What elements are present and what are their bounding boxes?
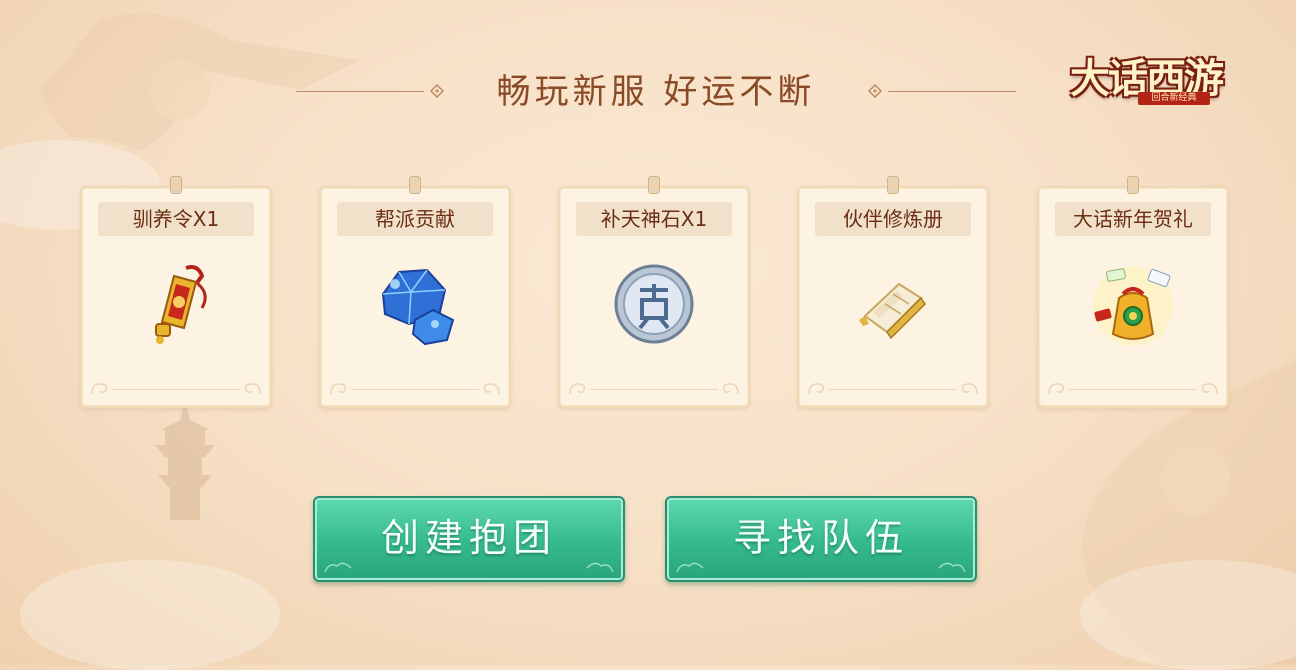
swirl-ornament-icon bbox=[722, 383, 739, 395]
card-pin bbox=[1127, 176, 1139, 194]
swirl-ornament-icon bbox=[91, 383, 108, 395]
background-cloud bbox=[20, 560, 280, 670]
reward-card[interactable]: 大话新年贺礼 bbox=[1037, 176, 1229, 408]
reward-card[interactable]: 伙伴修炼册 bbox=[797, 176, 989, 408]
swirl-ornament-icon bbox=[808, 383, 825, 395]
card-base-line bbox=[112, 389, 240, 390]
cloud-ornament-icon bbox=[324, 562, 352, 573]
tame-token-icon bbox=[155, 265, 207, 344]
header-line-left bbox=[296, 91, 424, 92]
card-pin bbox=[170, 176, 182, 194]
card-pin bbox=[648, 176, 660, 194]
swirl-ornament-icon bbox=[1048, 383, 1065, 395]
swirl-ornament-icon bbox=[330, 383, 347, 395]
diamond-ornament-icon bbox=[867, 84, 883, 98]
reward-label: 驯养令X1 bbox=[98, 202, 254, 236]
reward-label: 伙伴修炼册 bbox=[815, 202, 971, 236]
reward-label: 帮派贡献 bbox=[337, 202, 493, 236]
create-team-label: 创建抱团 bbox=[380, 516, 557, 560]
card-base-line bbox=[590, 389, 718, 390]
cloud-ornament-icon bbox=[938, 562, 966, 573]
cloud-ornament-icon bbox=[586, 562, 614, 573]
silver-coin-icon bbox=[614, 264, 694, 344]
page-title: 畅玩新服 好运不断 bbox=[496, 72, 816, 112]
background-pagoda bbox=[155, 400, 215, 520]
find-team-button[interactable]: 寻找队伍 bbox=[665, 496, 977, 582]
logo-subtitle: 回合新经典 bbox=[1138, 92, 1210, 105]
header-banner: 畅玩新服 好运不断 bbox=[296, 72, 1016, 112]
swirl-ornament-icon bbox=[483, 383, 500, 395]
reward-label: 补天神石X1 bbox=[576, 202, 732, 236]
find-team-label: 寻找队伍 bbox=[732, 516, 909, 560]
create-team-button[interactable]: 创建抱团 bbox=[313, 496, 625, 582]
reward-label: 大话新年贺礼 bbox=[1055, 202, 1211, 236]
cloud-ornament-icon bbox=[676, 562, 704, 573]
new-year-gift-bag-icon bbox=[1093, 266, 1173, 346]
swirl-ornament-icon bbox=[1201, 383, 1218, 395]
swirl-ornament-icon bbox=[244, 383, 261, 395]
card-base-line bbox=[1069, 389, 1197, 390]
swirl-ornament-icon bbox=[961, 383, 978, 395]
reward-card[interactable]: 帮派贡献 bbox=[319, 176, 511, 408]
card-base-line bbox=[351, 389, 479, 390]
card-pin bbox=[887, 176, 899, 194]
header-line-right bbox=[888, 91, 1016, 92]
card-pin bbox=[409, 176, 421, 194]
swirl-ornament-icon bbox=[569, 383, 586, 395]
diamond-ornament-icon bbox=[429, 84, 445, 98]
blue-crystal-icon bbox=[381, 268, 455, 346]
reward-card[interactable]: 补天神石X1 bbox=[558, 176, 750, 408]
reward-card[interactable]: 驯养令X1 bbox=[80, 176, 272, 408]
game-logo: 大话西游 回合新经典 bbox=[1058, 42, 1276, 108]
card-base-line bbox=[829, 389, 957, 390]
training-book-icon bbox=[859, 282, 926, 340]
